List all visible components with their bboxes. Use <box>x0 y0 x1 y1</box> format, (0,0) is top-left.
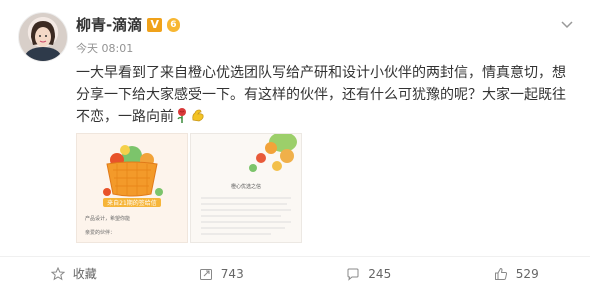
share-button[interactable]: 743 <box>148 257 296 290</box>
share-count: 743 <box>221 267 244 281</box>
post-image-left[interactable]: 来自21期的签给信 产品设计，希望你能 亲爱的伙伴： <box>76 133 188 243</box>
banner-text: 来自21期的签给信 <box>107 199 157 207</box>
comment-icon <box>346 267 360 281</box>
post-text: 一大早看到了来自橙心优选团队写给产研和设计小伙伴的两封信，情真意切，想分享一下给… <box>76 62 576 130</box>
vip-badge[interactable]: V <box>147 18 162 32</box>
rose-icon <box>174 107 190 130</box>
comment-count: 245 <box>368 267 391 281</box>
level-badge: 6 <box>167 18 179 32</box>
like-count: 529 <box>516 267 539 281</box>
thumbs-up-icon <box>494 267 508 281</box>
post-time[interactable]: 今天 08:01 <box>76 40 133 56</box>
comment-button[interactable]: 245 <box>295 257 443 290</box>
letter-line-1: 产品设计，希望你能 <box>85 215 130 222</box>
favorite-button[interactable]: 收藏 <box>0 257 148 290</box>
avatar[interactable] <box>18 12 68 62</box>
star-icon <box>51 267 65 281</box>
author-name[interactable]: 柳青-滴滴 <box>76 14 142 35</box>
chevron-down-icon[interactable] <box>560 16 574 30</box>
author-name-row: 柳青-滴滴 V 6 <box>76 14 180 35</box>
letter-title: 橙心优选之信 <box>231 183 261 190</box>
post-body: 一大早看到了来自橙心优选团队写给产研和设计小伙伴的两封信，情真意切，想分享一下给… <box>76 65 566 125</box>
like-button[interactable]: 529 <box>443 257 590 290</box>
share-icon <box>199 267 213 281</box>
action-bar: 收藏 743 245 529 <box>0 256 590 290</box>
letter-line-2: 亲爱的伙伴： <box>85 229 115 236</box>
post-image-right[interactable]: 橙心优选之信 <box>190 133 302 243</box>
favorite-label: 收藏 <box>73 265 97 282</box>
flexed-biceps-icon <box>190 107 206 130</box>
